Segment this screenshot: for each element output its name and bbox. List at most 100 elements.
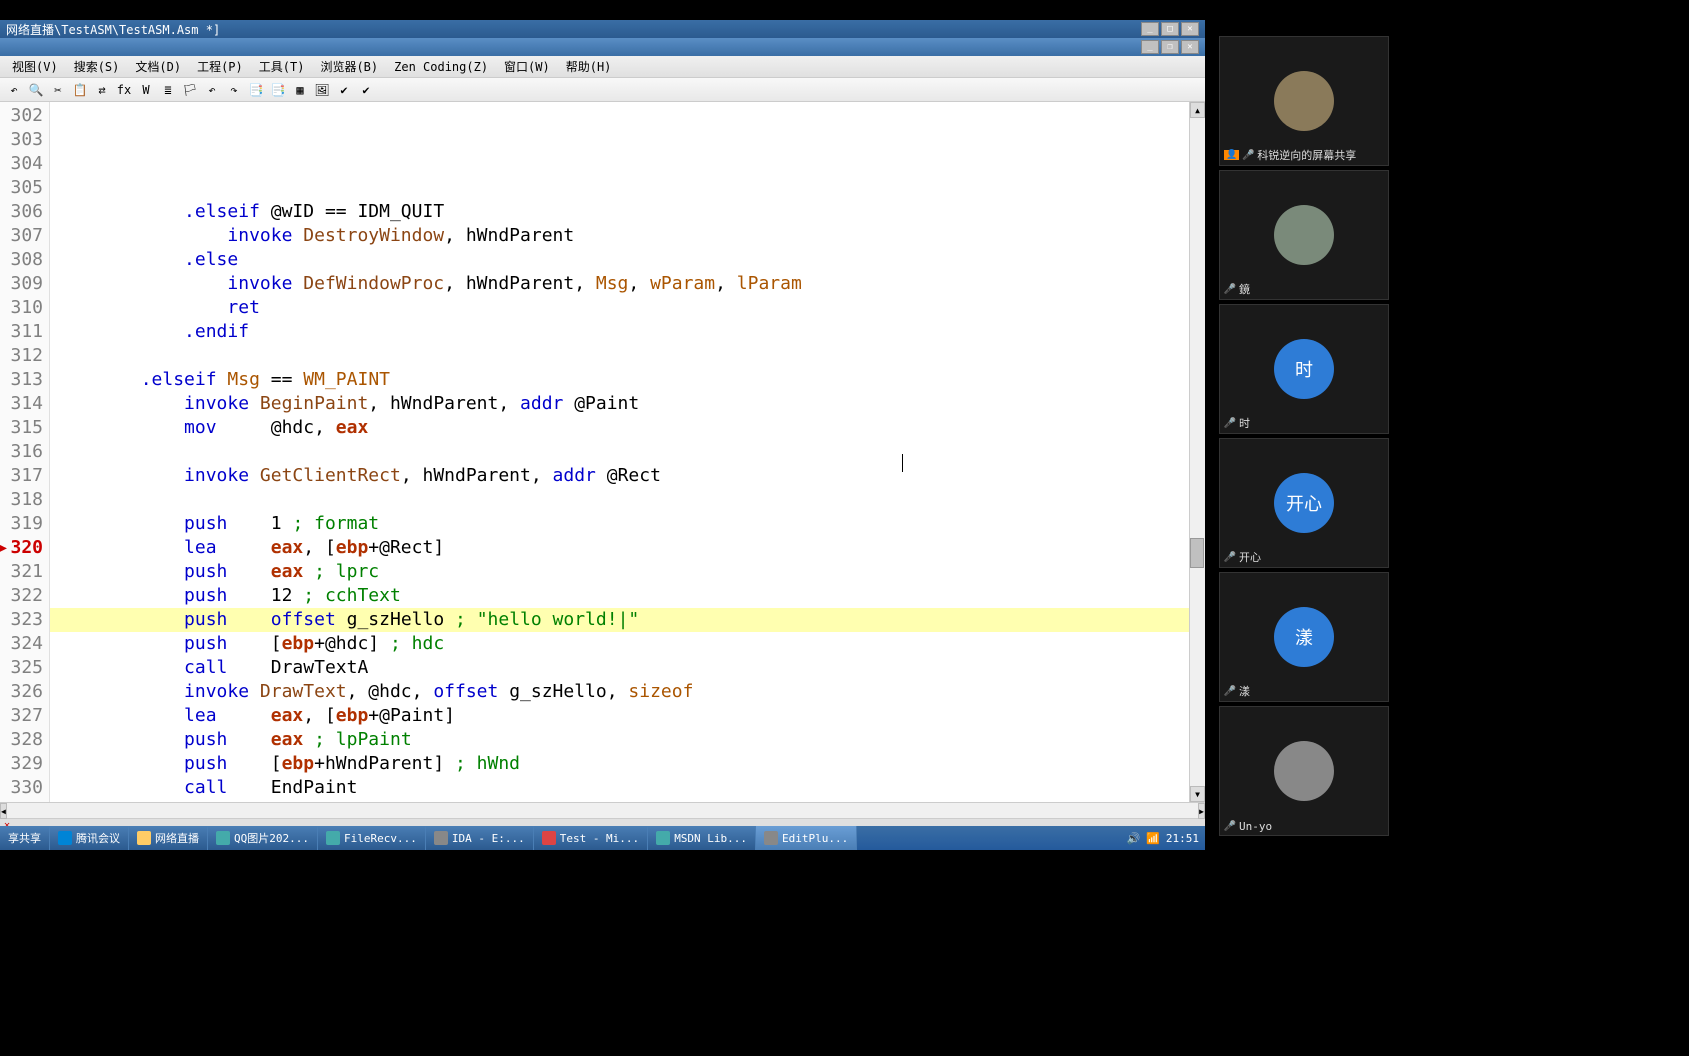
app-icon [137, 831, 151, 845]
code-line[interactable]: jmp short EXIT_PROC [50, 800, 1189, 802]
participant-tile[interactable]: 开心🎤开心 [1219, 438, 1389, 568]
code-line[interactable]: push eax ; lpPaint [50, 728, 1189, 752]
code-line[interactable]: push [ebp+@hdc] ; hdc [50, 632, 1189, 656]
tray-icon[interactable]: 🔊 [1126, 832, 1140, 845]
taskbar-item[interactable]: 网络直播 [129, 826, 208, 850]
close-button[interactable]: ✕ [1181, 22, 1199, 36]
maximize-button[interactable]: □ [1161, 22, 1179, 36]
toolbar-button-9[interactable]: ↶ [202, 80, 222, 100]
menu-help[interactable]: 帮助(H) [558, 56, 620, 77]
code-line[interactable]: .endif [50, 320, 1189, 344]
taskbar-item[interactable]: EditPlu... [756, 826, 857, 850]
horizontal-scrollbar[interactable]: ◀ ▶ [0, 802, 1205, 818]
toolbar-button-11[interactable]: 📑 [246, 80, 266, 100]
toolbar-button-1[interactable]: 🔍 [26, 80, 46, 100]
code-line[interactable]: push [ebp+hWndParent] ; hWnd [50, 752, 1189, 776]
toolbar-button-15[interactable]: ✔ [334, 80, 354, 100]
avatar [1274, 205, 1334, 265]
minimize-button[interactable]: _ [1141, 22, 1159, 36]
menu-tools[interactable]: 工具(T) [251, 56, 313, 77]
menu-project[interactable]: 工程(P) [189, 56, 251, 77]
taskbar-item[interactable]: MSDN Lib... [648, 826, 756, 850]
code-line[interactable]: invoke DrawText, @hdc, offset g_szHello,… [50, 680, 1189, 704]
hscroll-track[interactable] [7, 803, 1198, 818]
code-line[interactable] [50, 440, 1189, 464]
code-line[interactable]: lea eax, [ebp+@Rect] [50, 536, 1189, 560]
toolbar-button-16[interactable]: ✔ [356, 80, 376, 100]
menu-search[interactable]: 搜索(S) [66, 56, 128, 77]
toolbar-button-5[interactable]: fx [114, 80, 134, 100]
menu-window[interactable]: 窗口(W) [496, 56, 558, 77]
code-line[interactable]: .elseif Msg == WM_PAINT [50, 368, 1189, 392]
scroll-left-button[interactable]: ◀ [0, 803, 7, 819]
line-number: 311 [0, 320, 43, 344]
code-line[interactable]: push eax ; lprc [50, 560, 1189, 584]
menu-view[interactable]: 视图(V) [4, 56, 66, 77]
line-number: 324 [0, 632, 43, 656]
code-line[interactable]: .else [50, 248, 1189, 272]
participant-tile[interactable]: 漾🎤漾 [1219, 572, 1389, 702]
code-area[interactable]: .elseif @wID == IDM_QUIT invoke DestroyW… [50, 102, 1189, 802]
code-line[interactable] [50, 344, 1189, 368]
taskbar-item[interactable]: QQ图片202... [208, 826, 318, 850]
scroll-thumb[interactable] [1190, 538, 1204, 568]
code-line[interactable]: ret [50, 296, 1189, 320]
line-number: 325 [0, 656, 43, 680]
participant-tile[interactable]: 🎤鏡 [1219, 170, 1389, 300]
menu-document[interactable]: 文档(D) [127, 56, 189, 77]
child-restore-button[interactable]: ❐ [1161, 40, 1179, 54]
code-line[interactable]: invoke DestroyWindow, hWndParent [50, 224, 1189, 248]
line-number: 313 [0, 368, 43, 392]
code-line[interactable]: invoke GetClientRect, hWndParent, addr @… [50, 464, 1189, 488]
toolbar-button-14[interactable]: 🖼 [312, 80, 332, 100]
code-line[interactable]: call EndPaint [50, 776, 1189, 800]
code-line[interactable]: push 1 ; format [50, 512, 1189, 536]
tray-icon[interactable]: 📶 [1146, 832, 1160, 845]
menu-zen[interactable]: Zen Coding(Z) [386, 58, 496, 76]
toolbar-button-2[interactable]: ✂ [48, 80, 68, 100]
taskbar-item-label: Test - Mi... [560, 832, 639, 845]
participant-tile[interactable]: 🎤Un-yo [1219, 706, 1389, 836]
toolbar-button-6[interactable]: W [136, 80, 156, 100]
window-controls: _ □ ✕ [1141, 22, 1199, 36]
participant-tile[interactable]: 👤🎤科锐逆向的屏幕共享 [1219, 36, 1389, 166]
child-close-button[interactable]: ✕ [1181, 40, 1199, 54]
line-number: 327 [0, 704, 43, 728]
scroll-up-button[interactable]: ▲ [1190, 102, 1205, 118]
scroll-down-button[interactable]: ▼ [1190, 786, 1205, 802]
toolbar-button-0[interactable]: ↶ [4, 80, 24, 100]
scroll-right-button[interactable]: ▶ [1198, 803, 1205, 819]
taskbar-item[interactable]: IDA - E:... [426, 826, 534, 850]
taskbar-item[interactable]: 腾讯会议 [50, 826, 129, 850]
code-line[interactable]: invoke DefWindowProc, hWndParent, Msg, w… [50, 272, 1189, 296]
toolbar-button-7[interactable]: ≣ [158, 80, 178, 100]
scroll-track[interactable] [1190, 118, 1205, 786]
code-line[interactable]: .elseif @wID == IDM_QUIT [50, 200, 1189, 224]
toolbar-button-4[interactable]: ⇄ [92, 80, 112, 100]
menu-browser[interactable]: 浏览器(B) [312, 56, 386, 77]
toolbar-button-13[interactable]: ▦ [290, 80, 310, 100]
code-line[interactable]: invoke BeginPaint, hWndParent, addr @Pai… [50, 392, 1189, 416]
child-minimize-button[interactable]: _ [1141, 40, 1159, 54]
toolbar: ↶🔍✂📋⇄fxW≣🏳↶↷📑📑▦🖼✔✔ [0, 78, 1205, 102]
code-line[interactable]: mov @hdc, eax [50, 416, 1189, 440]
code-line[interactable] [50, 488, 1189, 512]
code-line[interactable]: push offset g_szHello ; "hello world!|" [50, 608, 1189, 632]
taskbar-item[interactable]: Test - Mi... [534, 826, 648, 850]
code-line[interactable]: lea eax, [ebp+@Paint] [50, 704, 1189, 728]
code-line[interactable]: call DrawTextA [50, 656, 1189, 680]
taskbar-item-label: FileRecv... [344, 832, 417, 845]
code-line[interactable]: push 12 ; cchText [50, 584, 1189, 608]
toolbar-button-12[interactable]: 📑 [268, 80, 288, 100]
toolbar-button-10[interactable]: ↷ [224, 80, 244, 100]
toolbar-button-8[interactable]: 🏳 [180, 80, 200, 100]
toolbar-button-3[interactable]: 📋 [70, 80, 90, 100]
line-number: 321 [0, 560, 43, 584]
child-title-bar: _ ❐ ✕ [0, 38, 1205, 56]
taskbar-share[interactable]: 享共享 [0, 826, 50, 850]
taskbar-item[interactable]: FileRecv... [318, 826, 426, 850]
code-line[interactable] [50, 176, 1189, 200]
participant-tile[interactable]: 时🎤时 [1219, 304, 1389, 434]
mic-icon: 🎤 [1224, 821, 1236, 833]
vertical-scrollbar[interactable]: ▲ ▼ [1189, 102, 1205, 802]
